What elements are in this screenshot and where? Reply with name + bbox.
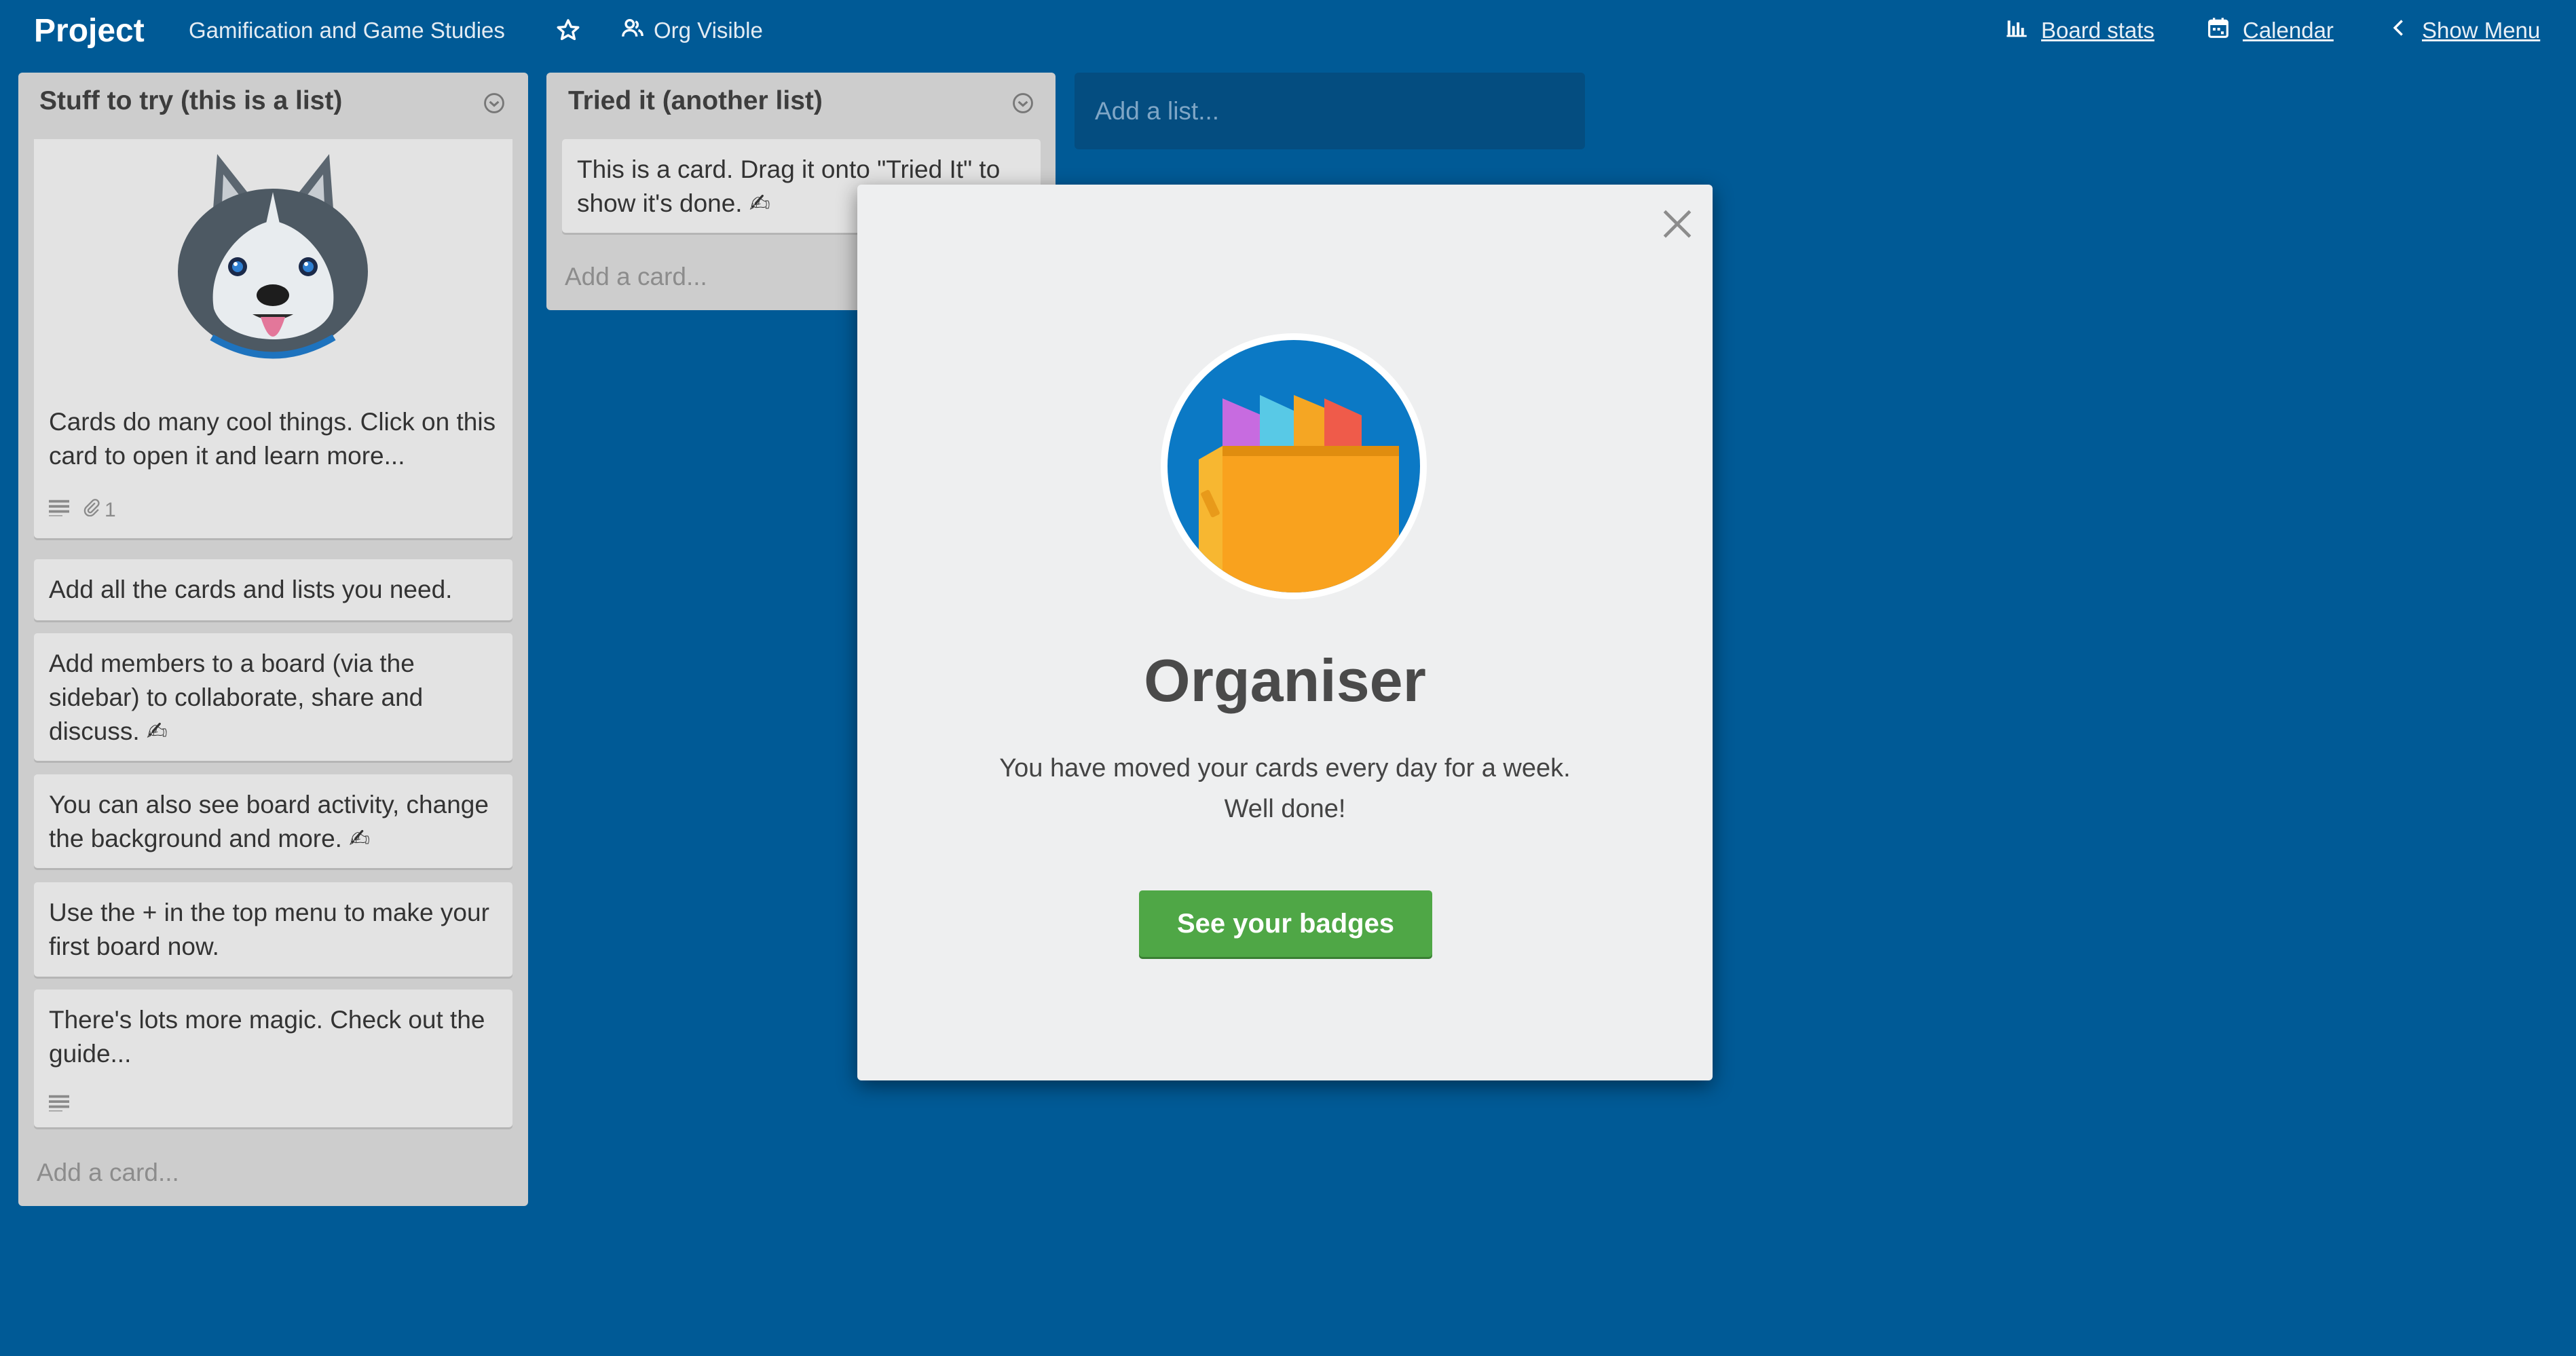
badge-title: Organiser: [1144, 647, 1426, 714]
card-add-all[interactable]: Add all the cards and lists you need.: [34, 559, 512, 620]
list-title[interactable]: Stuff to try (this is a list): [39, 86, 342, 116]
list-stuff-to-try: Stuff to try (this is a list) Cards do m…: [18, 73, 528, 1206]
card-text: You can also see board activity, change …: [49, 791, 489, 852]
badge-description-line2: Well done!: [1224, 795, 1346, 823]
card-badges: 1: [49, 493, 116, 527]
card-top-menu[interactable]: Use the + in the top menu to make your f…: [34, 882, 512, 977]
chevron-left-icon: [2389, 17, 2408, 44]
card-text: There's lots more magic. Check out the g…: [49, 1006, 485, 1068]
bar-chart-icon: [2006, 17, 2028, 44]
board-title[interactable]: Project: [34, 0, 145, 61]
show-menu-link[interactable]: Show Menu: [2389, 0, 2540, 61]
calendar-label: Calendar: [2243, 18, 2334, 43]
card-text: Add members to a board (via the sidebar)…: [49, 649, 424, 745]
board-stats-label: Board stats: [2041, 18, 2154, 43]
org-visible-icon: [621, 16, 644, 45]
show-menu-label: Show Menu: [2422, 18, 2541, 43]
visibility-label: Org Visible: [654, 18, 763, 43]
attachment-count: 1: [105, 499, 116, 521]
card-board-activity[interactable]: You can also see board activity, change …: [34, 774, 512, 868]
add-list-input[interactable]: Add a list...: [1075, 73, 1585, 149]
card-more-magic[interactable]: There's lots more magic. Check out the g…: [34, 990, 512, 1127]
card-text: Cards do many cool things. Click on this…: [49, 408, 496, 470]
list-menu-icon[interactable]: [1011, 92, 1034, 115]
add-card-button[interactable]: Add a card...: [37, 1159, 179, 1187]
attachment-badge: 1: [81, 493, 116, 527]
card-with-cover[interactable]: Cards do many cool things. Click on this…: [34, 139, 512, 538]
add-card-button[interactable]: Add a card...: [565, 263, 707, 291]
org-name[interactable]: Gamification and Game Studies: [189, 0, 505, 61]
card-text: Use the + in the top menu to make your f…: [49, 899, 489, 960]
list-menu-icon[interactable]: [483, 92, 506, 115]
badge-description-line1: You have moved your cards every day for …: [999, 754, 1571, 783]
see-badges-button[interactable]: See your badges: [1139, 890, 1432, 957]
badge-modal: Organiser You have moved your cards ever…: [857, 185, 1713, 1080]
calendar-link[interactable]: Calendar: [2207, 0, 2334, 61]
star-icon[interactable]: [555, 0, 581, 61]
badge-description: You have moved your cards every day for …: [857, 748, 1713, 829]
card-badges: [49, 1089, 69, 1123]
husky-cover-image: [34, 139, 512, 390]
visibility-button[interactable]: Org Visible: [621, 0, 763, 61]
description-icon: [49, 493, 69, 527]
board-stats-link[interactable]: Board stats: [2006, 0, 2154, 61]
card-add-members[interactable]: Add members to a board (via the sidebar)…: [34, 633, 512, 761]
calendar-icon: [2207, 17, 2229, 44]
card-text: Add all the cards and lists you need.: [49, 576, 453, 603]
list-title[interactable]: Tried it (another list): [568, 86, 823, 116]
description-icon: [49, 1089, 69, 1123]
paperclip-icon: [81, 493, 100, 527]
organiser-badge-icon: [1158, 331, 1430, 602]
close-icon[interactable]: [1658, 205, 1696, 243]
board-header: Project Gamification and Game Studies Or…: [0, 0, 2576, 61]
